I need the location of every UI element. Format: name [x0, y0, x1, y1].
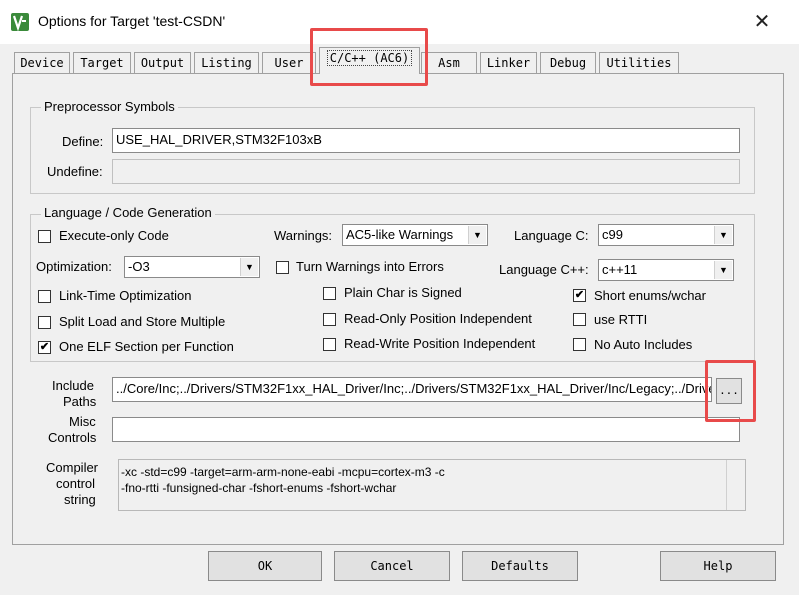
include-label-line1: Include: [52, 378, 94, 393]
include-label-line2: Paths: [63, 394, 97, 409]
chevron-down-icon: ▼: [714, 226, 732, 244]
tab-asm[interactable]: Asm: [421, 52, 477, 73]
execute-only-label: Execute-only Code: [59, 228, 169, 243]
short-enums-checkbox[interactable]: ✔: [573, 289, 586, 302]
compiler-scrollbar[interactable]: [726, 460, 745, 510]
chevron-down-icon: ▼: [714, 261, 732, 279]
compiler-string-line2: -fno-rtti -funsigned-char -fshort-enums …: [121, 481, 397, 495]
short-enums-label: Short enums/wchar: [594, 288, 706, 303]
split-load-checkbox[interactable]: [38, 316, 51, 329]
no-auto-includes-checkbox[interactable]: [573, 338, 586, 351]
tab-utilities[interactable]: Utilities: [599, 52, 679, 73]
keil-app-icon: [11, 13, 29, 31]
misc-controls-input[interactable]: [112, 417, 740, 442]
window-title: Options for Target 'test-CSDN': [38, 13, 226, 29]
warnings-select[interactable]: AC5-like Warnings ▼: [342, 224, 488, 246]
turn-warnings-label: Turn Warnings into Errors: [296, 259, 444, 274]
tab-device[interactable]: Device: [14, 52, 70, 73]
define-label: Define:: [62, 134, 104, 149]
optimization-select[interactable]: -O3 ▼: [124, 256, 260, 278]
include-paths-input[interactable]: ../Core/Inc;../Drivers/STM32F1xx_HAL_Dri…: [112, 377, 712, 402]
ro-pi-label: Read-Only Position Independent: [344, 311, 532, 326]
rw-pi-checkbox[interactable]: [323, 338, 336, 351]
plain-char-label: Plain Char is Signed: [344, 285, 462, 300]
language-c-select[interactable]: c99 ▼: [598, 224, 734, 246]
use-rtti-checkbox[interactable]: [573, 313, 586, 326]
language-c-label: Language C:: [514, 228, 589, 243]
misc-label-line2: Controls: [48, 430, 97, 445]
chevron-down-icon: ▼: [240, 258, 258, 276]
chevron-down-icon: ▼: [468, 226, 486, 244]
link-time-checkbox[interactable]: [38, 290, 51, 303]
language-c-value: c99: [602, 227, 623, 242]
language-cpp-select[interactable]: c++11 ▼: [598, 259, 734, 281]
plain-char-checkbox[interactable]: [323, 287, 336, 300]
help-button[interactable]: Help: [660, 551, 776, 581]
use-rtti-label: use RTTI: [594, 312, 648, 327]
one-elf-label: One ELF Section per Function: [59, 339, 234, 354]
optimization-label: Optimization:: [36, 259, 112, 274]
turn-warnings-checkbox[interactable]: [276, 261, 289, 274]
compiler-label-line2: control: [56, 476, 96, 491]
rw-pi-label: Read-Write Position Independent: [344, 336, 536, 351]
defaults-button[interactable]: Defaults: [462, 551, 578, 581]
misc-label-line1: Misc: [69, 414, 96, 429]
split-load-label: Split Load and Store Multiple: [59, 314, 226, 329]
close-icon[interactable]: ✕: [748, 8, 776, 36]
define-input[interactable]: USE_HAL_DRIVER,STM32F103xB: [112, 128, 740, 153]
cancel-button[interactable]: Cancel: [334, 551, 450, 581]
tab-linker[interactable]: Linker: [480, 52, 537, 73]
undefine-input[interactable]: [112, 159, 740, 184]
tab-highlight-box: [310, 28, 428, 86]
tab-debug[interactable]: Debug: [540, 52, 596, 73]
compiler-string-line1: -xc -std=c99 -target=arm-arm-none-eabi -…: [121, 465, 445, 479]
language-group-title: Language / Code Generation: [41, 205, 215, 220]
compiler-label-line3: string: [64, 492, 96, 507]
optimization-value: -O3: [128, 259, 150, 274]
compiler-label-line1: Compiler: [46, 460, 99, 475]
browse-highlight-box: [705, 360, 756, 422]
no-auto-includes-label: No Auto Includes: [594, 337, 693, 352]
one-elf-checkbox[interactable]: ✔: [38, 341, 51, 354]
language-cpp-value: c++11: [602, 262, 638, 277]
ro-pi-checkbox[interactable]: [323, 313, 336, 326]
ok-button[interactable]: OK: [208, 551, 322, 581]
execute-only-checkbox[interactable]: [38, 230, 51, 243]
warnings-label: Warnings:: [274, 228, 333, 243]
warnings-value: AC5-like Warnings: [346, 227, 454, 242]
preprocessor-group-title: Preprocessor Symbols: [41, 99, 178, 114]
tab-output[interactable]: Output: [134, 52, 191, 73]
tab-user[interactable]: User: [262, 52, 316, 73]
tab-listing[interactable]: Listing: [194, 52, 259, 73]
tab-target[interactable]: Target: [73, 52, 131, 73]
undefine-label: Undefine:: [47, 164, 103, 179]
language-cpp-label: Language C++:: [499, 262, 589, 277]
link-time-label: Link-Time Optimization: [59, 288, 192, 303]
compiler-control-box: -xc -std=c99 -target=arm-arm-none-eabi -…: [118, 459, 746, 511]
